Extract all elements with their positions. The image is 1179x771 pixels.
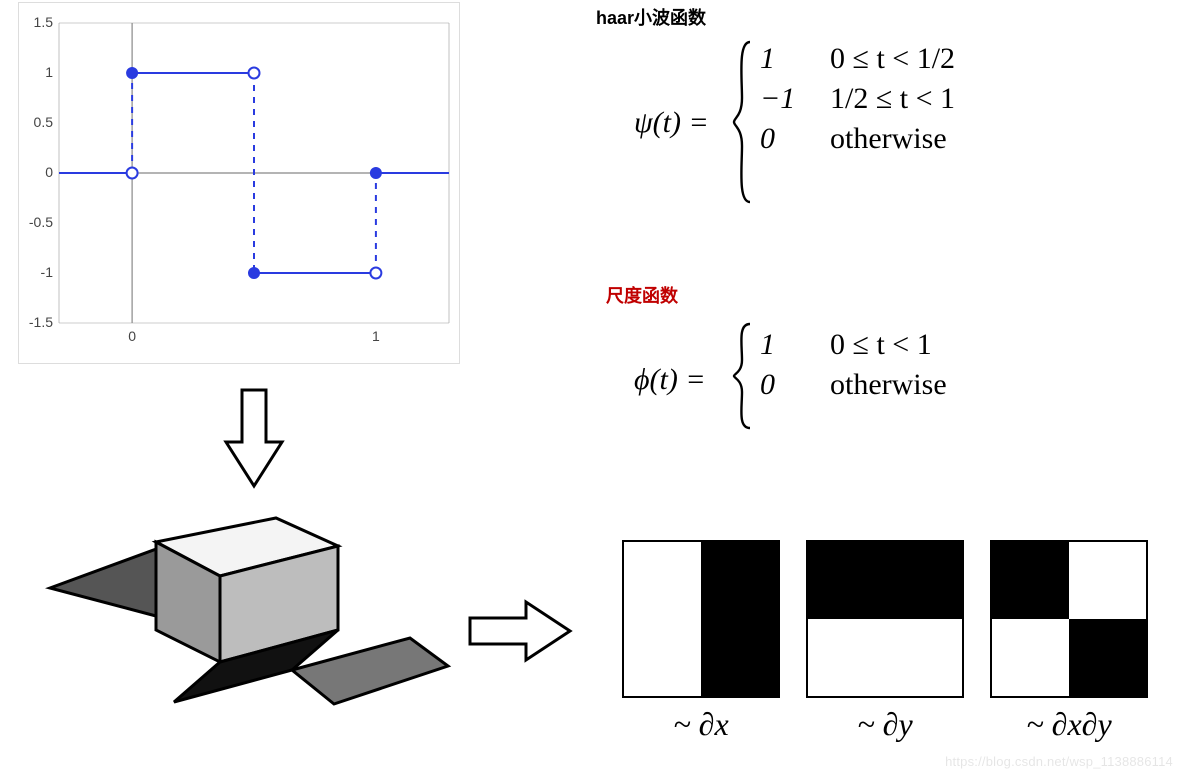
feature-label-dx: ~ ∂x <box>622 706 780 743</box>
plot-svg: 1.5 1 0.5 0 -0.5 -1 -1.5 0 1 <box>19 3 459 363</box>
ytick: -1.5 <box>29 314 53 330</box>
ytick: -0.5 <box>29 214 53 230</box>
haar-feature-dxdy <box>990 540 1148 698</box>
case-cond: 1/2 ≤ t < 1 <box>830 84 955 114</box>
heading-scale-fn: 尺度函数 <box>606 282 678 308</box>
case-cond: otherwise <box>830 124 947 154</box>
heading-haar-wavelet: haar小波函数 <box>596 4 706 30</box>
formula-psi: ψ(t) = 1 0 ≤ t < 1/2 −1 1/2 ≤ t < 1 0 ot… <box>634 38 1154 208</box>
brace-icon <box>732 38 752 212</box>
formula-phi: ϕ(t) = 1 0 ≤ t < 1 0 otherwise <box>634 320 1154 440</box>
xtick: 1 <box>372 328 380 344</box>
case-row: −1 1/2 ≤ t < 1 <box>760 84 955 114</box>
ytick: 0.5 <box>34 114 54 130</box>
ytick: 1 <box>45 64 53 80</box>
arrow-down-icon <box>222 386 286 490</box>
case-value: 0 <box>760 124 806 154</box>
feature-black-half <box>808 542 962 619</box>
brace-icon <box>732 320 752 438</box>
marker-filled <box>127 68 138 79</box>
haar-feature-dy <box>806 540 964 698</box>
haar-feature-dx <box>622 540 780 698</box>
case-cond: otherwise <box>830 370 947 400</box>
formula-psi-lhs: ψ(t) = <box>634 108 709 138</box>
case-value: 1 <box>760 330 806 360</box>
case-value: 0 <box>760 370 806 400</box>
marker-open <box>127 168 138 179</box>
case-row: 1 0 ≤ t < 1/2 <box>760 44 955 74</box>
formula-phi-cases: 1 0 ≤ t < 1 0 otherwise <box>760 330 947 400</box>
marker-filled <box>249 268 260 279</box>
feature-black-quad <box>992 542 1069 619</box>
marker-open <box>370 268 381 279</box>
ytick: -1 <box>41 264 54 280</box>
case-row: 1 0 ≤ t < 1 <box>760 330 947 360</box>
feature-label-dxdy: ~ ∂x∂y <box>990 706 1148 743</box>
ytick: 0 <box>45 164 53 180</box>
case-value: 1 <box>760 44 806 74</box>
feature-black-half <box>701 542 778 696</box>
marker-open <box>249 68 260 79</box>
case-cond: 0 ≤ t < 1 <box>830 330 932 360</box>
case-row: 0 otherwise <box>760 370 947 400</box>
feature-label-dy: ~ ∂y <box>806 706 964 743</box>
case-value: −1 <box>760 84 806 114</box>
formula-psi-cases: 1 0 ≤ t < 1/2 −1 1/2 ≤ t < 1 0 otherwise <box>760 44 955 154</box>
case-row: 0 otherwise <box>760 124 955 154</box>
marker-filled <box>370 168 381 179</box>
xtick: 0 <box>128 328 136 344</box>
haar-1d-plot: 1.5 1 0.5 0 -0.5 -1 -1.5 0 1 <box>18 2 460 364</box>
haar-3d-basis <box>38 498 458 748</box>
case-cond: 0 ≤ t < 1/2 <box>830 44 955 74</box>
formula-phi-lhs: ϕ(t) = <box>634 365 706 395</box>
ytick: 1.5 <box>34 14 54 30</box>
feature-black-quad <box>1069 619 1146 696</box>
arrow-right-icon <box>466 596 576 666</box>
watermark: https://blog.csdn.net/wsp_1138886114 <box>945 754 1173 769</box>
